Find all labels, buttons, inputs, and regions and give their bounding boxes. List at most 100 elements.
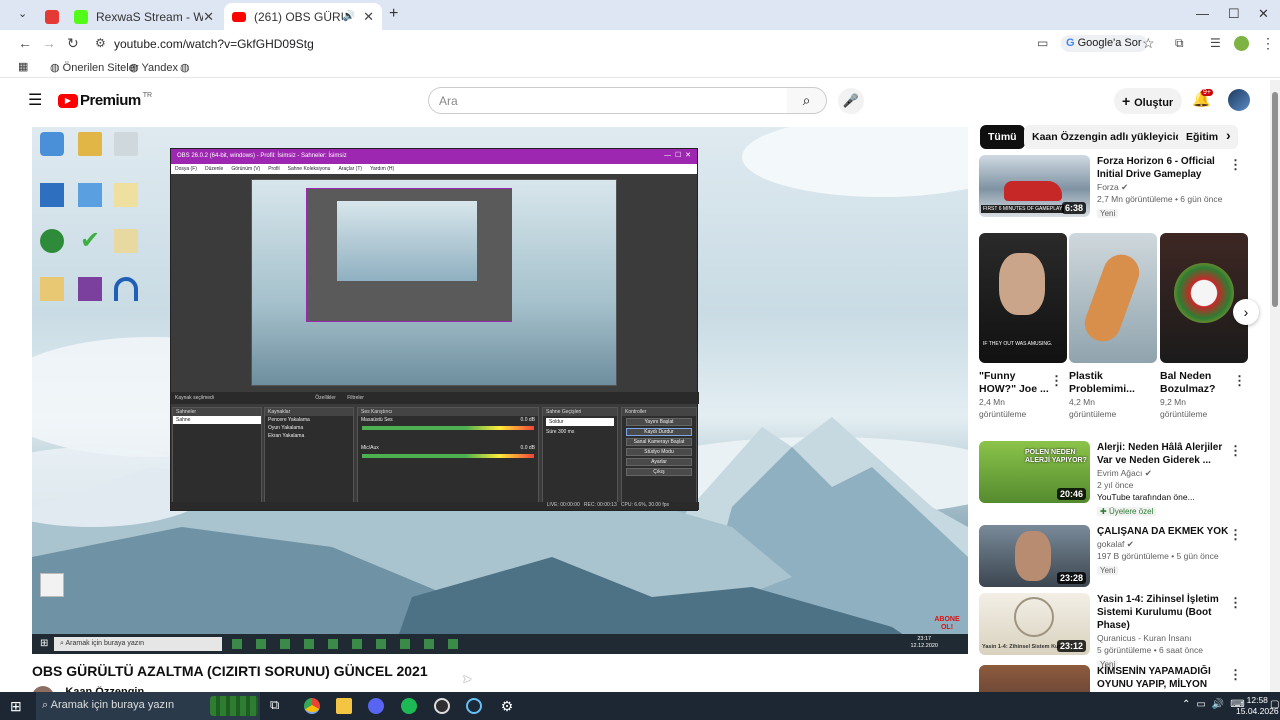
media-queue-icon[interactable]: ☰ — [1210, 36, 1221, 50]
menu-hamburger-icon[interactable]: ☰ — [28, 90, 42, 110]
tab-kick-stream[interactable]: RexwaS Stream - Watch Live on ✕ — [66, 3, 222, 30]
tab-close-icon[interactable]: ✕ — [203, 9, 214, 25]
task-view-icon[interactable]: ⧉ — [270, 697, 279, 713]
maximize-icon[interactable]: ☐ — [1228, 6, 1240, 22]
video-thumbnail[interactable]: FIRST 6 MINUTES OF GAMEPLAY 6:38 — [979, 155, 1090, 217]
google-ask-button[interactable]: G Google'a Sor — [1061, 35, 1147, 52]
short-card[interactable]: Bal Neden Bozulmaz? 9,2 Mn görüntüleme ⋮ — [1160, 233, 1248, 420]
notification-center-icon[interactable]: ▢ — [1270, 699, 1279, 710]
bookmark-yandex[interactable]: ◍ Yandex — [129, 61, 178, 74]
spotify-icon[interactable] — [401, 698, 417, 714]
tab-list-chevron-icon[interactable]: ⌄ — [18, 7, 27, 20]
close-window-icon[interactable]: ✕ — [1258, 6, 1269, 22]
scrollbar-thumb[interactable] — [1272, 92, 1278, 307]
taskbar-trees-image — [210, 696, 258, 716]
new-tab-button[interactable]: + — [389, 5, 398, 23]
video-thumbnail[interactable]: POLEN NEDEN ALERJİ YAPIYOR? 20:46 — [979, 441, 1090, 503]
chrome-taskbar-icon[interactable] — [304, 698, 320, 714]
more-options-icon[interactable]: ⋮ — [1229, 157, 1242, 173]
steam-icon[interactable] — [466, 698, 482, 714]
reload-icon[interactable]: ↻ — [67, 35, 79, 52]
tab-audio-icon[interactable]: 🔊 — [343, 11, 355, 22]
extensions-icon[interactable]: ⧉ — [1175, 36, 1184, 51]
more-options-icon[interactable]: ⋮ — [1229, 595, 1242, 611]
video-title[interactable]: Yasin 1-4: Zihinsel İşletim Sistemi Kuru… — [1097, 593, 1232, 632]
video-meta: Yasin 1-4: Zihinsel İşletim Sistemi Kuru… — [1097, 593, 1232, 670]
account-avatar[interactable] — [1228, 89, 1250, 111]
recommendation-card[interactable]: 23:28 ÇALIŞANA DA EKMEK YOK gokalaf ✔ 19… — [979, 525, 1249, 591]
shorts-shelf: IF THEY OUT WAS AMUSING. "Funny HOW?" Jo… — [979, 233, 1259, 433]
short-card[interactable]: Plastik Problemimi... 4,2 Mn görüntüleme — [1069, 233, 1157, 420]
short-title[interactable]: Plastik Problemimi... — [1069, 370, 1143, 396]
cast-icon[interactable]: ▭ — [1037, 36, 1048, 50]
duration-label: Süre — [546, 429, 557, 435]
obs-taskbar-icon[interactable] — [434, 698, 450, 714]
tab-pinned[interactable] — [38, 3, 66, 30]
video-title[interactable]: ÇALIŞANA DA EKMEK YOK — [1097, 525, 1232, 538]
start-button-icon[interactable]: ⊞ — [10, 698, 22, 715]
video-player[interactable]: ✔ OBS 26.0.2 (64-bit, windows) - Profil:… — [32, 127, 968, 654]
browser-menu-icon[interactable]: ⋮ — [1261, 35, 1275, 52]
bookmark-suggested[interactable]: ◍ Önerilen Siteler — [50, 61, 139, 74]
new-badge: Yeni — [1097, 209, 1119, 218]
recommendation-card[interactable]: Yasin 1-4: Zihinsel Sistem Kur 23:12 Yas… — [979, 593, 1249, 669]
apps-grid-icon[interactable]: ▦ — [18, 60, 28, 73]
chip-all[interactable]: Tümü — [980, 125, 1025, 149]
tab-close-icon[interactable]: ✕ — [363, 9, 374, 25]
create-button[interactable]: + Oluştur — [1114, 88, 1182, 114]
desktop-icon-headphones — [114, 277, 138, 301]
short-title[interactable]: Bal Neden Bozulmaz? — [1160, 370, 1234, 396]
more-options-icon[interactable]: ⋮ — [1229, 443, 1242, 459]
shorts-next-button[interactable]: › — [1233, 299, 1259, 325]
settings-gear-icon[interactable]: ⚙ — [499, 698, 515, 714]
short-title[interactable]: "Funny HOW?" Joe ... — [979, 370, 1053, 396]
profile-avatar[interactable] — [1234, 36, 1249, 51]
tab-youtube-active[interactable]: (261) OBS GÜRÜLTÜ AZALT 🔊 ✕ — [224, 3, 382, 30]
address-bar[interactable]: youtube.com/watch?v=GkfGHD09Stg — [114, 37, 314, 51]
plus-icon: + — [1122, 93, 1135, 109]
video-title[interactable]: Alerji: Neden Hâlâ Alerjiler Var ve Nede… — [1097, 441, 1232, 467]
voice-search-button[interactable]: 🎤 — [838, 88, 864, 114]
file-explorer-icon[interactable] — [336, 698, 352, 714]
recommendation-card[interactable]: POLEN NEDEN ALERJİ YAPIYOR? 20:46 Alerji… — [979, 441, 1249, 519]
desktop-icon-folder — [78, 132, 102, 156]
chip-uploader[interactable]: Kaan Özzengin adlı yükleyiciden — [1024, 125, 1203, 149]
short-thumbnail[interactable]: IF THEY OUT WAS AMUSING. — [979, 233, 1067, 363]
search-button[interactable]: ⌕ — [787, 87, 827, 114]
more-options-icon[interactable]: ⋮ — [1050, 373, 1063, 389]
dock-title: Kaynaklar — [265, 408, 353, 416]
source-item: Ekran Yakalama — [268, 433, 305, 439]
bookmark-star-icon[interactable]: ☆ — [1142, 35, 1155, 52]
discord-icon[interactable] — [368, 698, 384, 714]
dock-title: Sahne Geçişleri — [543, 408, 617, 416]
video-thumbnail[interactable] — [979, 665, 1090, 692]
channel-name[interactable]: Evrim Ağacı ✔ — [1097, 467, 1232, 479]
more-options-icon[interactable]: ⋮ — [1229, 527, 1242, 543]
minimize-icon[interactable]: — — [1196, 6, 1209, 21]
short-card[interactable]: IF THEY OUT WAS AMUSING. "Funny HOW?" Jo… — [979, 233, 1067, 420]
video-thumbnail[interactable]: Yasin 1-4: Zihinsel Sistem Kur 23:12 — [979, 593, 1090, 655]
recommendation-card[interactable]: FIRST 6 MINUTES OF GAMEPLAY 6:38 Forza H… — [979, 155, 1249, 221]
channel-name[interactable]: Forza ✔ — [1097, 181, 1232, 193]
video-title[interactable]: Forza Horizon 6 - Official Initial Drive… — [1097, 155, 1232, 181]
video-title[interactable]: KİMSENİN YAPAMADIĞI OYUNU YAPIP, MİLYON … — [1097, 665, 1232, 692]
bookmark-globe-icon[interactable]: ◍ — [180, 61, 190, 74]
more-options-icon[interactable]: ⋮ — [1229, 667, 1242, 683]
youtube-logo[interactable]: ▶ Premium TR — [58, 92, 152, 109]
obs-menu-item: Dosya (F) — [175, 166, 197, 172]
short-thumbnail[interactable] — [1160, 233, 1248, 363]
chip-scroll-right-icon[interactable]: › — [1226, 127, 1231, 143]
back-icon[interactable]: ← — [18, 35, 32, 51]
video-thumbnail[interactable]: 23:28 — [979, 525, 1090, 587]
forward-icon[interactable]: → — [42, 35, 56, 51]
channel-name[interactable]: gokalaf ✔ — [1097, 538, 1232, 550]
site-info-icon[interactable]: ⚙ — [95, 36, 106, 50]
more-options-icon[interactable]: ⋮ — [1233, 373, 1246, 389]
channel-name[interactable]: Quranicus - Kuran İnsanı — [1097, 632, 1232, 644]
obs-menu-item: Yardım (H) — [370, 166, 395, 172]
search-input[interactable]: Ara — [428, 87, 788, 114]
video-meta: Forza Horizon 6 - Official Initial Drive… — [1097, 155, 1232, 219]
short-thumbnail[interactable] — [1069, 233, 1157, 363]
recommendation-card[interactable]: KİMSENİN YAPAMADIĞI OYUNU YAPIP, MİLYON … — [979, 665, 1249, 692]
video-meta: Alerji: Neden Hâlâ Alerjiler Var ve Nede… — [1097, 441, 1232, 517]
